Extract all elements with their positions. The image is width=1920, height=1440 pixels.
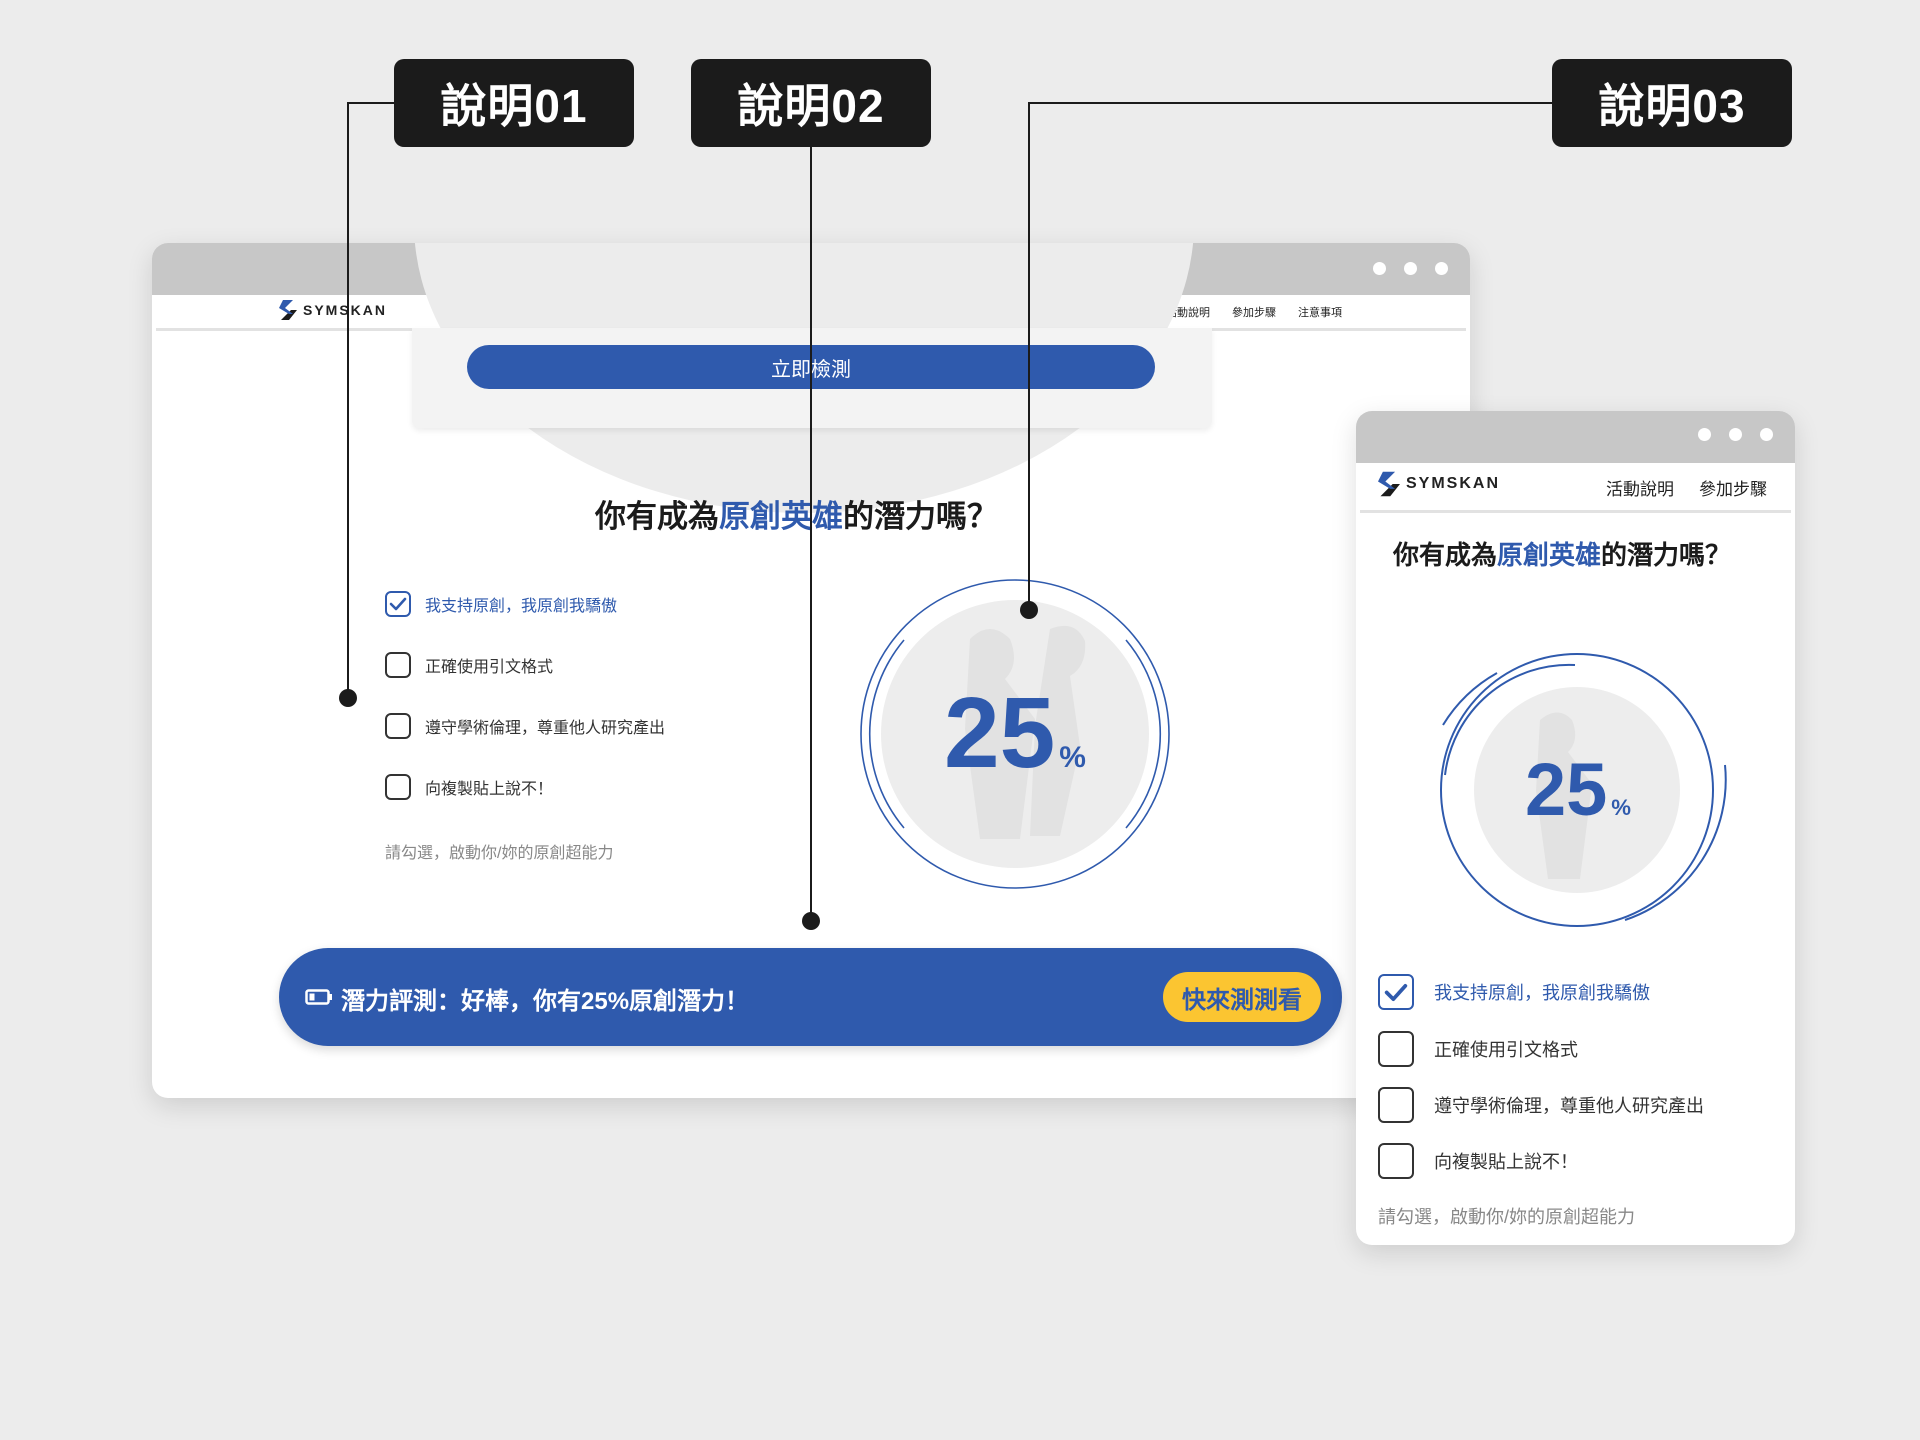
hero-title: 你有成為原創英雄的潛力嗎？ bbox=[595, 491, 998, 536]
gauge-number: 25 bbox=[1524, 748, 1608, 831]
checklist-item[interactable]: 向複製貼上說不！ bbox=[1378, 1143, 1578, 1179]
title-part: 你有成為 bbox=[1393, 540, 1498, 570]
callout-dot bbox=[802, 912, 820, 930]
try-now-label: 快來測測看 bbox=[1182, 986, 1302, 1014]
nav-link-notes[interactable]: 注意事項 bbox=[1298, 304, 1342, 320]
window-dot[interactable] bbox=[1435, 262, 1448, 275]
checklist-label: 向複製貼上說不！ bbox=[1434, 1152, 1578, 1172]
logo-text: SYMSKAN bbox=[303, 302, 388, 318]
header-divider bbox=[1360, 510, 1791, 513]
annotation-text: 說明01 bbox=[440, 80, 588, 132]
callout-dot bbox=[339, 689, 357, 707]
checklist-item[interactable]: 我支持原創，我原創我驕傲 bbox=[1378, 974, 1650, 1010]
gauge-value: 25% bbox=[1508, 753, 1648, 845]
nav-link-steps[interactable]: 參加步驟 bbox=[1232, 304, 1276, 320]
checklist-item[interactable]: 正確使用引文格式 bbox=[385, 652, 553, 678]
logo-text: SYMSKAN bbox=[1406, 475, 1501, 492]
annotation-label-03: 說明03 bbox=[1552, 59, 1792, 147]
window-dot[interactable] bbox=[1698, 428, 1711, 441]
battery-icon bbox=[305, 989, 332, 1005]
callout-line bbox=[1028, 102, 1554, 104]
nav-link-activity[interactable]: 活動說明 bbox=[1606, 475, 1674, 500]
checklist-label: 遵守學術倫理，尊重他人研究產出 bbox=[425, 720, 666, 737]
checklist-item[interactable]: 遵守學術倫理，尊重他人研究產出 bbox=[1378, 1087, 1704, 1123]
checklist-item[interactable]: 遵守學術倫理，尊重他人研究產出 bbox=[385, 713, 665, 739]
logo-mark-icon bbox=[1378, 471, 1400, 497]
checkbox[interactable] bbox=[385, 774, 411, 800]
logo-mark-icon bbox=[279, 300, 297, 320]
checkmark-icon bbox=[1384, 983, 1408, 1001]
checklist-label: 正確使用引文格式 bbox=[1434, 1040, 1578, 1060]
mobile-logo[interactable]: SYMSKAN bbox=[1378, 471, 1500, 497]
checkbox-checked[interactable] bbox=[1378, 974, 1414, 1010]
nav-link-steps[interactable]: 參加步驟 bbox=[1699, 475, 1767, 500]
checkmark-icon bbox=[389, 597, 407, 611]
checkbox[interactable] bbox=[385, 713, 411, 739]
title-part: 的潛力嗎？ bbox=[843, 499, 998, 534]
checklist-item[interactable]: 我支持原創，我原創我驕傲 bbox=[385, 591, 617, 617]
checkbox[interactable] bbox=[385, 652, 411, 678]
checkbox[interactable] bbox=[1378, 1031, 1414, 1067]
callout-line bbox=[810, 147, 812, 921]
gauge-unit: % bbox=[1059, 741, 1086, 774]
checklist-hint: 請勾選，啟動你/妳的原創超能力 bbox=[1378, 1207, 1635, 1227]
title-highlight: 原創英雄 bbox=[719, 499, 843, 534]
gauge-number: 25 bbox=[944, 677, 1056, 789]
checklist-hint: 請勾選，啟動你/妳的原創超能力 bbox=[385, 845, 614, 862]
callout-line bbox=[347, 102, 349, 698]
checklist-label: 向複製貼上說不！ bbox=[425, 781, 554, 798]
window-dot[interactable] bbox=[1760, 428, 1773, 441]
mobile-browser-window: SYMSKAN 活動說明 參加步驟 你有成為原創英雄的潛力嗎？ 25% 我支持原… bbox=[1356, 411, 1795, 1245]
checkbox[interactable] bbox=[1378, 1087, 1414, 1123]
callout-line bbox=[347, 102, 395, 104]
gauge-value: 25% bbox=[920, 683, 1110, 808]
checkbox-checked[interactable] bbox=[385, 591, 411, 617]
window-dot[interactable] bbox=[1404, 262, 1417, 275]
window-dot[interactable] bbox=[1729, 428, 1742, 441]
annotation-text: 說明03 bbox=[1598, 80, 1746, 132]
checklist-item[interactable]: 正確使用引文格式 bbox=[1378, 1031, 1578, 1067]
title-highlight: 原創英雄 bbox=[1497, 540, 1602, 570]
desktop-logo[interactable]: SYMSKAN bbox=[279, 300, 387, 320]
checklist-label: 遵守學術倫理，尊重他人研究產出 bbox=[1434, 1096, 1704, 1116]
checklist-item[interactable]: 向複製貼上說不！ bbox=[385, 774, 553, 800]
hero-title: 你有成為原創英雄的潛力嗎？ bbox=[1393, 535, 1731, 572]
checklist-label: 正確使用引文格式 bbox=[425, 659, 554, 676]
callout-dot bbox=[1020, 601, 1038, 619]
result-text: 潛力評測：好棒，你有25%原創潛力！ bbox=[341, 988, 750, 1015]
window-dot[interactable] bbox=[1373, 262, 1386, 275]
callout-line bbox=[1028, 102, 1030, 610]
checkbox[interactable] bbox=[1378, 1143, 1414, 1179]
annotation-label-01: 說明01 bbox=[394, 59, 634, 147]
checklist-label: 我支持原創，我原創我驕傲 bbox=[1434, 983, 1650, 1003]
title-part: 的潛力嗎？ bbox=[1601, 540, 1732, 570]
gauge-unit: % bbox=[1611, 795, 1632, 820]
annotation-label-02: 說明02 bbox=[691, 59, 931, 147]
try-now-button[interactable]: 快來測測看 bbox=[1163, 972, 1321, 1022]
annotation-text: 說明02 bbox=[737, 80, 885, 132]
title-part: 你有成為 bbox=[595, 499, 719, 534]
checklist-label: 我支持原創，我原創我驕傲 bbox=[425, 598, 618, 615]
gauge-outer-arc bbox=[1442, 672, 1498, 726]
result-banner: 潛力評測：好棒，你有25%原創潛力！ 快來測測看 bbox=[279, 948, 1342, 1046]
